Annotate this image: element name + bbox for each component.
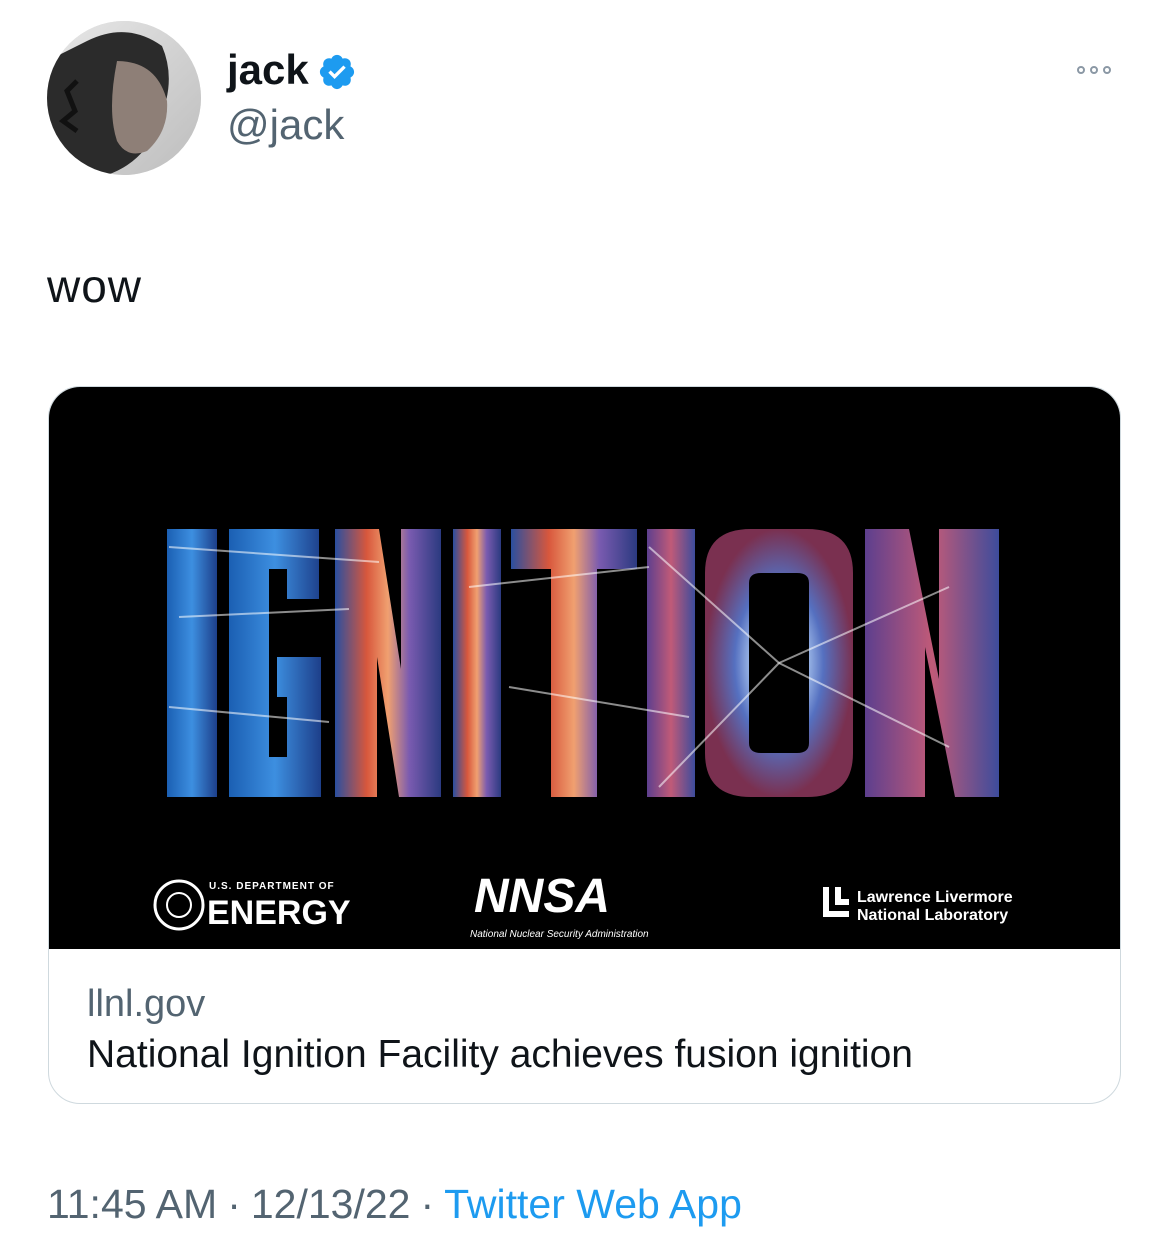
verified-badge-icon [319, 54, 354, 90]
more-options-dot [1090, 66, 1098, 74]
letter-n2 [865, 529, 999, 797]
letter-i2 [453, 529, 501, 797]
letter-n1 [335, 529, 441, 797]
more-options-icon [1077, 66, 1085, 74]
meta-separator: · [420, 1181, 435, 1227]
letter-t [511, 529, 637, 797]
doe-small-text: U.S. DEPARTMENT OF [209, 881, 335, 892]
meta-separator: · [227, 1181, 241, 1227]
link-card[interactable]: U.S. DEPARTMENT OF ENERGY NNSA National … [48, 386, 1121, 1104]
display-name[interactable]: jack [227, 44, 309, 96]
card-domain: llnl.gov [87, 983, 206, 1025]
author-name-row[interactable]: jack [227, 44, 357, 96]
nnsa-sub-text: National Nuclear Security Administration [470, 929, 649, 940]
card-image[interactable]: U.S. DEPARTMENT OF ENERGY NNSA National … [49, 387, 1120, 949]
ignition-graphic: U.S. DEPARTMENT OF ENERGY NNSA National … [153, 529, 1013, 940]
llnl-line1: Lawrence Livermore [857, 889, 1013, 906]
llnl-line2: National Laboratory [857, 907, 1008, 924]
card-title: National Ignition Facility achieves fusi… [87, 1033, 913, 1076]
tweet-date[interactable]: 12/13/22 [251, 1181, 411, 1227]
doe-big-text: ENERGY [207, 894, 351, 932]
more-options-button[interactable] [1068, 52, 1120, 88]
tweet-source-link[interactable]: Twitter Web App [444, 1181, 742, 1227]
tweet-text: wow [47, 260, 143, 312]
author-handle[interactable]: @jack [227, 99, 344, 151]
tweet-time[interactable]: 11:45 AM [47, 1181, 217, 1227]
nnsa-text: NNSA [474, 870, 610, 923]
more-options-dot [1103, 66, 1111, 74]
avatar-photo [47, 21, 201, 175]
letter-i1 [167, 529, 217, 797]
avatar[interactable] [47, 21, 201, 175]
letter-g [229, 529, 321, 797]
tweet-meta: 11:45 AM · 12/13/22 · Twitter Web App [47, 1178, 742, 1230]
